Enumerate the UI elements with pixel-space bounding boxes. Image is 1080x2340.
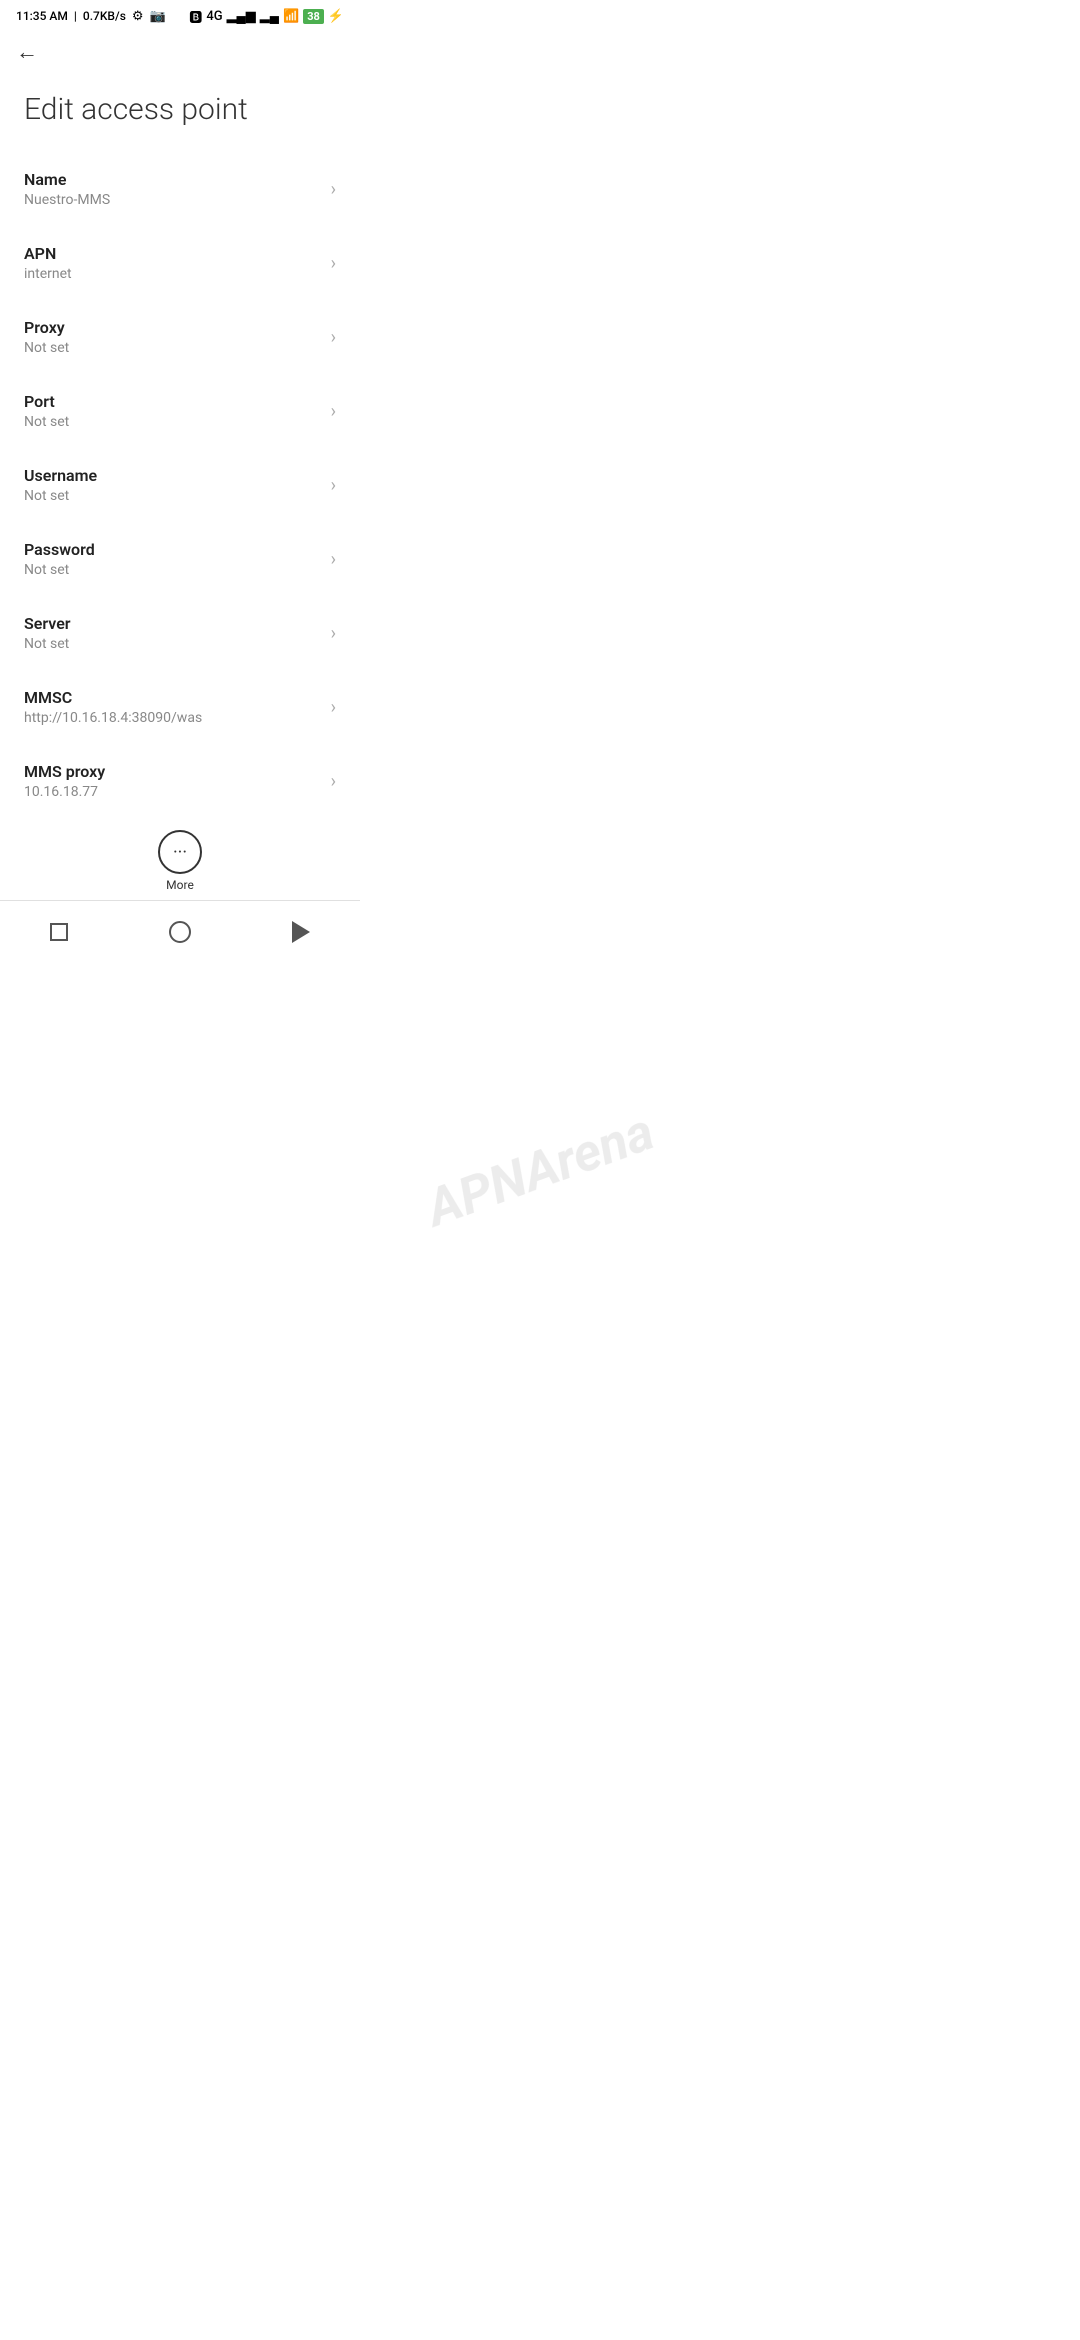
settings-list: Name Nuestro-MMS › APN internet › Proxy …: [0, 152, 360, 818]
network-speed: 0.7KB/s: [83, 9, 126, 23]
settings-item-content: Name Nuestro-MMS: [24, 170, 319, 208]
back-nav-icon: [292, 921, 310, 943]
settings-icon: ⚙: [132, 9, 144, 24]
wifi-icon: 📶: [283, 9, 299, 24]
more-button[interactable]: ···: [158, 830, 202, 874]
bluetooth-icon: 🅱: [189, 7, 202, 26]
chevron-right-icon: ›: [331, 179, 336, 200]
settings-item-value-7: http://10.16.18.4:38090/was: [24, 710, 319, 726]
settings-item-content: Port Not set: [24, 392, 319, 430]
bottom-bar: ··· More: [0, 818, 360, 900]
home-button[interactable]: [145, 913, 215, 951]
settings-item-label-3: Port: [24, 392, 319, 411]
settings-item[interactable]: APN internet ›: [0, 226, 360, 300]
settings-item-content: Password Not set: [24, 540, 319, 578]
camera-icon: 📷: [150, 9, 166, 24]
settings-item[interactable]: Server Not set ›: [0, 596, 360, 670]
signal-bars-2-icon: ▂▄: [260, 8, 279, 24]
settings-item-content: Proxy Not set: [24, 318, 319, 356]
status-left: 11:35 AM | 0.7KB/s ⚙ 📷: [16, 9, 166, 24]
settings-item-content: MMSC http://10.16.18.4:38090/was: [24, 688, 319, 726]
settings-item-value-0: Nuestro-MMS: [24, 192, 319, 208]
settings-item-content: Server Not set: [24, 614, 319, 652]
settings-item-label-6: Server: [24, 614, 319, 633]
toolbar: ←: [0, 28, 360, 76]
settings-item-value-2: Not set: [24, 340, 319, 356]
chevron-right-icon: ›: [331, 549, 336, 570]
chevron-right-icon: ›: [331, 623, 336, 644]
settings-item-value-3: Not set: [24, 414, 319, 430]
settings-item[interactable]: Username Not set ›: [0, 448, 360, 522]
chevron-right-icon: ›: [331, 697, 336, 718]
network-4g-icon: 4G: [206, 9, 222, 24]
settings-item-label-4: Username: [24, 466, 319, 485]
settings-item-value-4: Not set: [24, 488, 319, 504]
settings-item[interactable]: Name Nuestro-MMS ›: [0, 152, 360, 226]
chevron-right-icon: ›: [331, 401, 336, 422]
chevron-right-icon: ›: [331, 327, 336, 348]
chevron-right-icon: ›: [331, 253, 336, 274]
settings-item-label-2: Proxy: [24, 318, 319, 337]
settings-item-value-8: 10.16.18.77: [24, 784, 319, 800]
settings-item-label-0: Name: [24, 170, 319, 189]
settings-item[interactable]: Port Not set ›: [0, 374, 360, 448]
settings-item-value-1: internet: [24, 266, 319, 282]
settings-item-content: Username Not set: [24, 466, 319, 504]
settings-item-label-5: Password: [24, 540, 319, 559]
settings-item-label-7: MMSC: [24, 688, 319, 707]
recent-apps-icon: [50, 923, 68, 941]
status-right: 🅱 4G ▂▄▆ ▂▄ 📶 38 ⚡: [189, 7, 344, 26]
settings-item-value-5: Not set: [24, 562, 319, 578]
chevron-right-icon: ›: [331, 475, 336, 496]
back-button[interactable]: ←: [8, 31, 46, 73]
time-text: 11:35 AM: [16, 9, 68, 23]
network-speed-text: |: [74, 9, 77, 23]
settings-item-content: APN internet: [24, 244, 319, 282]
home-icon: [169, 921, 191, 943]
battery-icon: 38: [303, 9, 324, 24]
back-arrow-icon: ←: [16, 39, 38, 65]
recent-apps-button[interactable]: [26, 915, 92, 949]
watermark: APNArena: [418, 1101, 661, 1239]
settings-item[interactable]: MMSC http://10.16.18.4:38090/was ›: [0, 670, 360, 744]
settings-item-label-8: MMS proxy: [24, 762, 319, 781]
chevron-right-icon: ›: [331, 771, 336, 792]
nav-bar: [0, 900, 360, 963]
more-dots-icon: ···: [173, 842, 187, 863]
settings-item-label-1: APN: [24, 244, 319, 263]
more-label: More: [166, 878, 194, 892]
settings-item-value-6: Not set: [24, 636, 319, 652]
status-bar: 11:35 AM | 0.7KB/s ⚙ 📷 🅱 4G ▂▄▆ ▂▄ 📶 38 …: [0, 0, 360, 28]
signal-bars-icon: ▂▄▆: [227, 8, 256, 24]
settings-item[interactable]: Proxy Not set ›: [0, 300, 360, 374]
back-nav-button[interactable]: [268, 913, 334, 951]
settings-item[interactable]: MMS proxy 10.16.18.77 ›: [0, 744, 360, 818]
settings-item[interactable]: Password Not set ›: [0, 522, 360, 596]
charging-icon: ⚡: [328, 9, 344, 24]
page-title: Edit access point: [0, 76, 360, 152]
settings-item-content: MMS proxy 10.16.18.77: [24, 762, 319, 800]
